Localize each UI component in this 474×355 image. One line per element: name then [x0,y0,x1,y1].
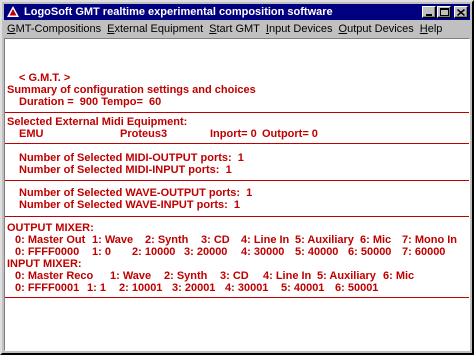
midi-equipment-title: Selected External Midi Equipment: [7,116,188,128]
minimize-button[interactable] [422,6,436,18]
input-mixer-value: 0: FFFF0001 [15,282,80,294]
output-mixer-channel: 1: Wave [92,234,134,246]
midi-device-proteus: Proteus3 [120,128,168,140]
output-mixer-channel: 3: CD [201,234,230,246]
midi-device-emu: EMU [19,128,44,140]
midi-input-ports: Number of Selected MIDI-INPUT ports: 1 [19,164,232,176]
app-window: LogoSoft GMT realtime experimental compo… [0,0,474,355]
close-icon [457,8,465,16]
output-mixer-channel: 7: Mono In [402,234,457,246]
input-mixer-channel: 5: Auxiliary [317,270,376,282]
menu-output-devices[interactable]: Output Devices [336,23,417,35]
menu-input-devices[interactable]: Input Devices [263,23,336,35]
output-mixer-value: 7: 60000 [402,246,446,258]
input-mixer-channel: 3: CD [220,270,249,282]
output-mixer-channel: 5: Auxiliary [295,234,354,246]
divider [5,297,469,298]
duration-tempo: Duration = 900 Tempo= 60 [19,96,162,108]
output-mixer-channel: 2: Synth [145,234,189,246]
maximize-button[interactable] [437,6,451,18]
title-bar[interactable]: LogoSoft GMT realtime experimental compo… [4,4,470,20]
input-mixer-channel: 1: Wave [110,270,152,282]
input-mixer-value: 5: 40001 [281,282,325,294]
window-title: LogoSoft GMT realtime experimental compo… [24,6,333,18]
input-mixer-title: INPUT MIXER: [7,258,82,270]
wave-output-ports: Number of Selected WAVE-OUTPUT ports: 1 [19,187,253,199]
output-mixer-value: 4: 30000 [241,246,285,258]
output-mixer-value: 6: 50000 [348,246,392,258]
input-mixer-channel: 6: Mic [383,270,415,282]
divider [5,216,469,217]
output-mixer-value: 1: 0 [92,246,111,258]
input-mixer-channel: 2: Synth [164,270,208,282]
summary-title: Summary of configuration settings and ch… [7,84,256,96]
menu-bar: GMT-Compositions External Equipment Star… [4,20,470,37]
midi-output-ports: Number of Selected MIDI-OUTPUT ports: 1 [19,152,244,164]
divider [5,180,469,181]
menu-external-equipment[interactable]: External Equipment [104,23,206,35]
menu-help[interactable]: Help [417,23,446,35]
menu-start-gmt[interactable]: Start GMT [206,23,263,35]
wave-input-ports: Number of Selected WAVE-INPUT ports: 1 [19,199,241,211]
midi-inport: Inport= 0 [210,128,257,140]
midi-outport: Outport= 0 [262,128,318,140]
maximize-icon [439,8,449,16]
input-mixer-value: 3: 20001 [172,282,216,294]
input-mixer-value: 6: 50001 [335,282,379,294]
output-mixer-value: 3: 20000 [184,246,228,258]
composition-summary-area: < G.M.T. > Summary of configuration sett… [4,38,470,351]
input-mixer-value: 1: 1 [87,282,106,294]
minimize-icon [426,13,432,16]
output-mixer-value: 0: FFFF0000 [15,246,80,258]
gmt-header: < G.M.T. > [19,72,71,84]
output-mixer-channel: 4: Line In [241,234,290,246]
output-mixer-channel: 6: Mic [360,234,392,246]
divider [5,112,469,113]
input-mixer-channel: 4: Line In [263,270,312,282]
output-mixer-channel: 0: Master Out [15,234,86,246]
output-mixer-title: OUTPUT MIXER: [7,222,94,234]
input-mixer-value: 4: 30001 [225,282,269,294]
divider [5,143,469,144]
output-mixer-value: 5: 40000 [295,246,339,258]
input-mixer-value: 2: 10001 [119,282,163,294]
app-icon[interactable] [6,5,20,19]
close-button[interactable] [454,6,468,18]
menu-gmt-compositions[interactable]: GMT-Compositions [4,23,104,35]
input-mixer-channel: 0: Master Reco [15,270,94,282]
output-mixer-value: 2: 10000 [132,246,176,258]
